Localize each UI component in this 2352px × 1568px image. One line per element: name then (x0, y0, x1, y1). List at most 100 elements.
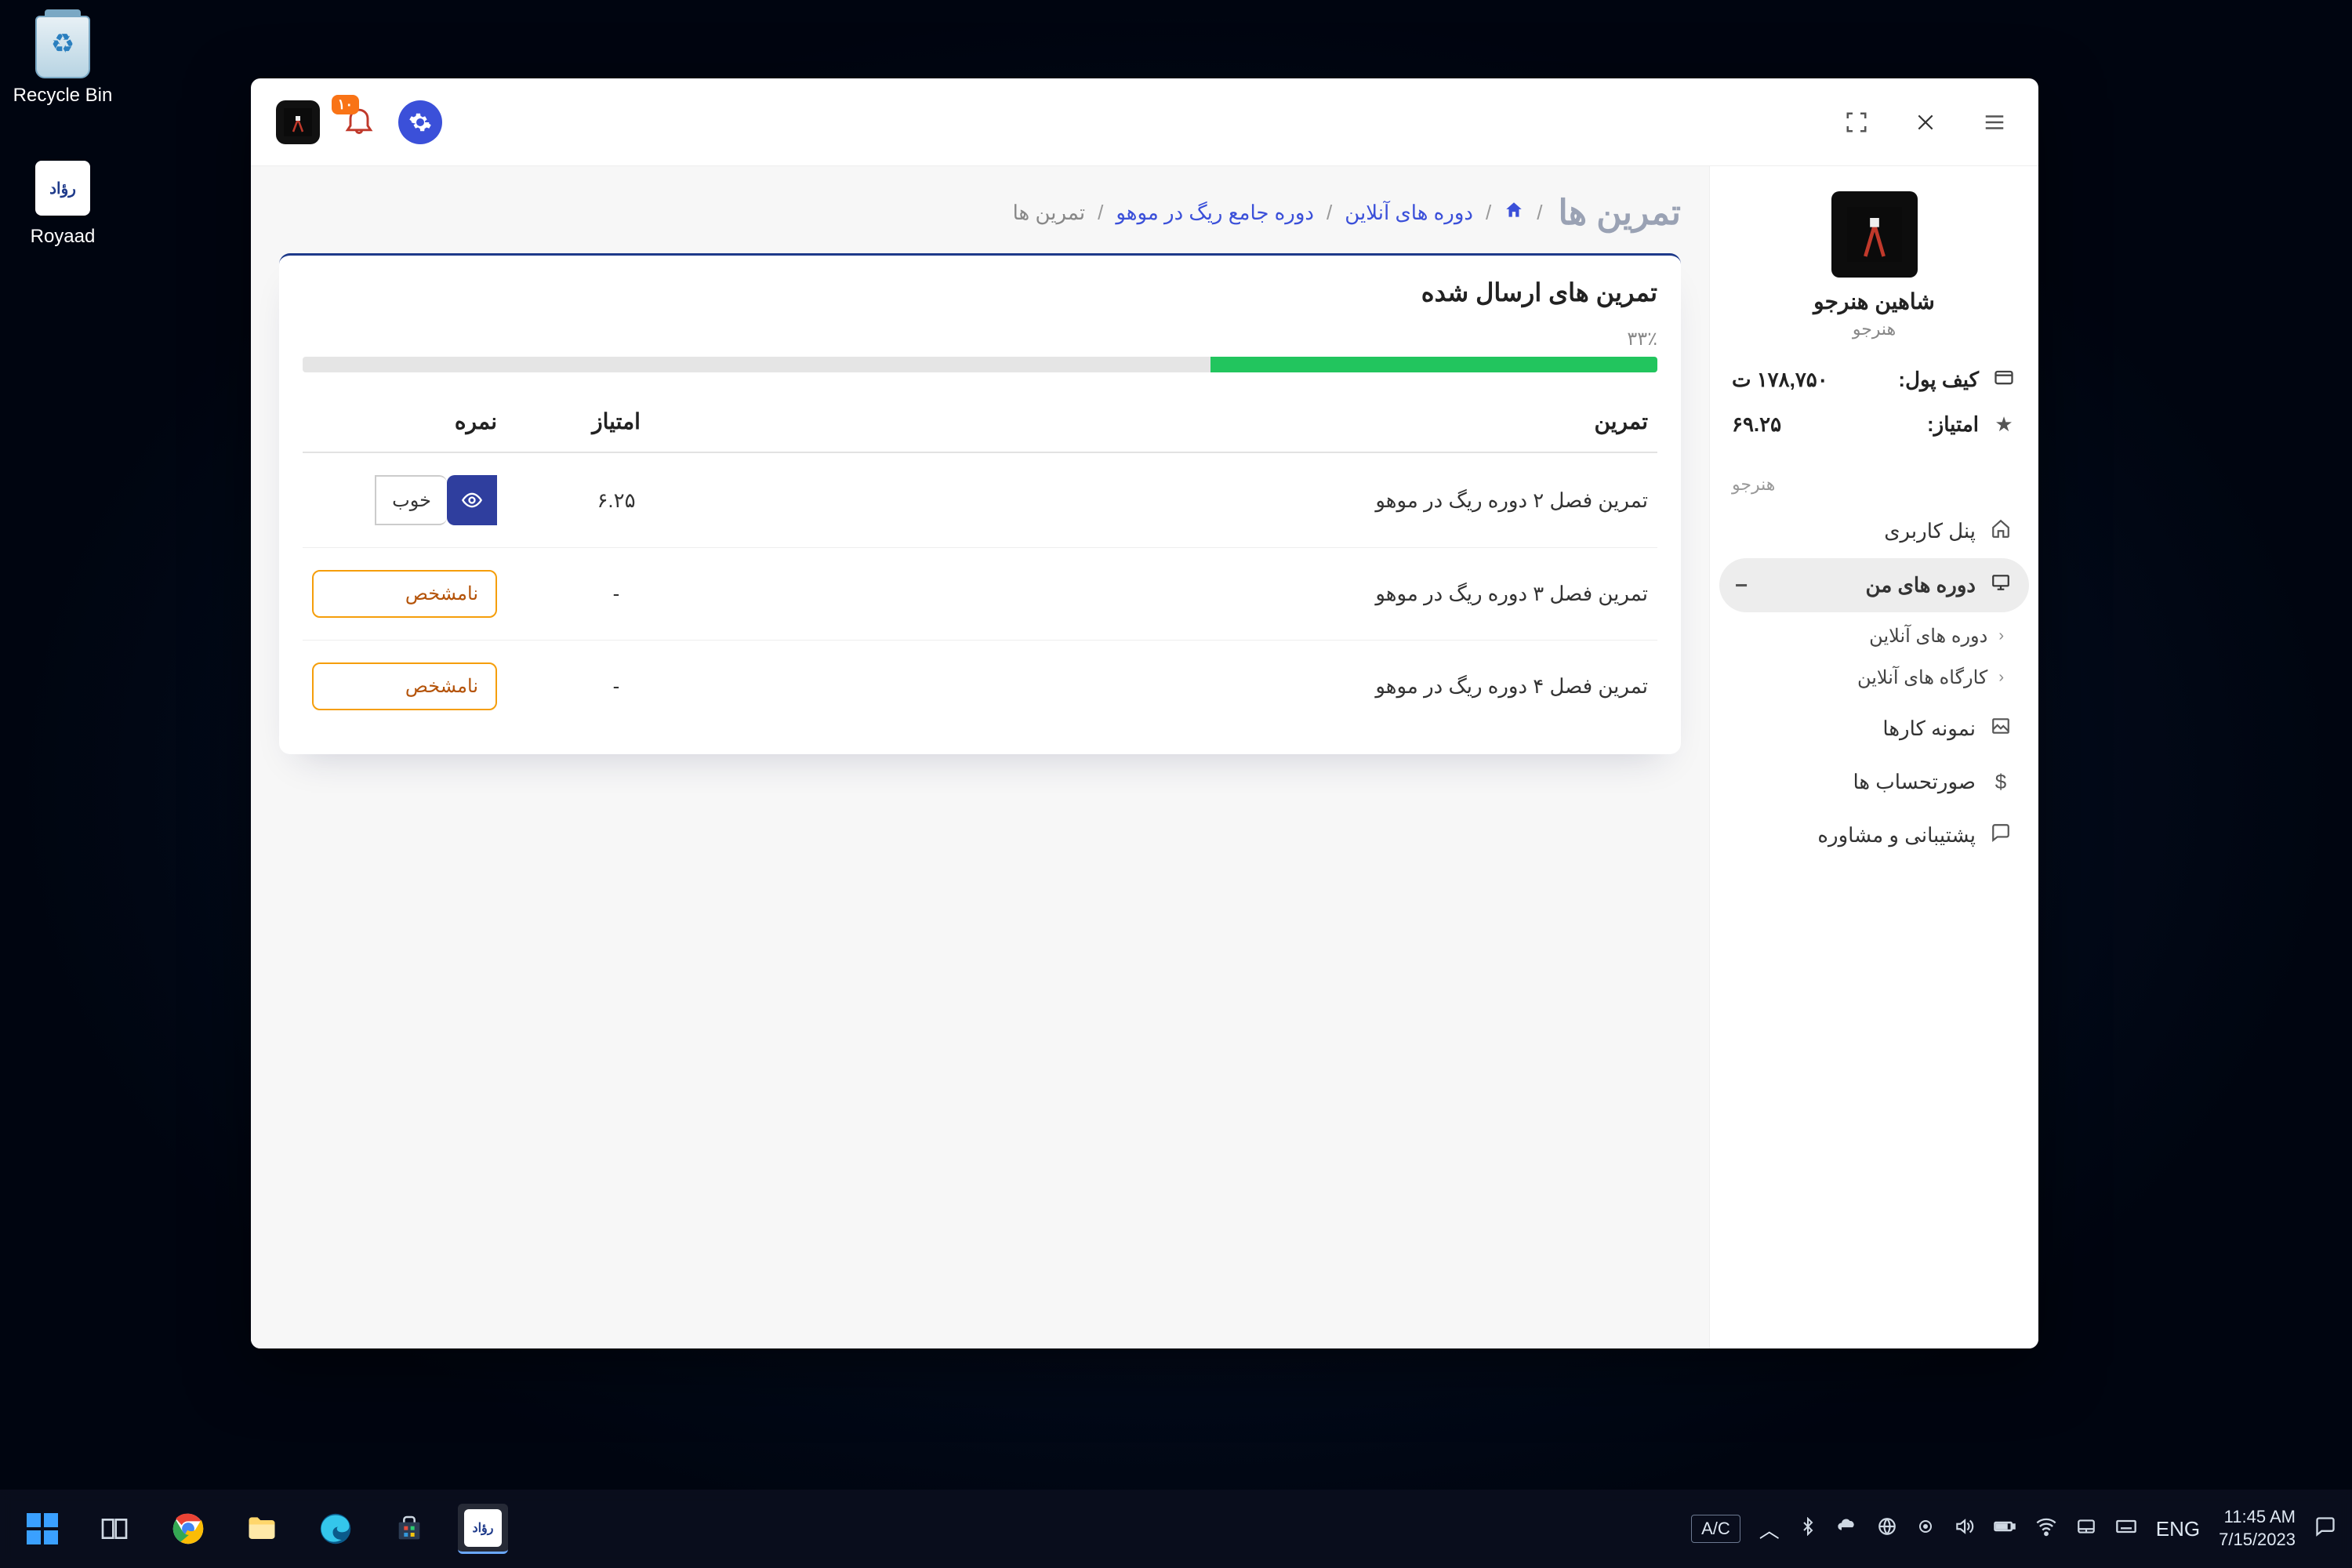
clock[interactable]: 11:45 AM 7/15/2023 (2219, 1506, 2296, 1551)
recycle-bin[interactable]: Recycle Bin (8, 16, 118, 107)
task-view-button[interactable] (89, 1504, 140, 1554)
breadcrumb-course[interactable]: دوره جامع ریگ در موهو (1116, 201, 1314, 225)
exercises-table: تمرین امتیاز نمره تمرین فصل ۲ دوره ریگ د… (303, 391, 1657, 732)
folder-icon (245, 1512, 279, 1546)
wallet-label: کیف پول: (1898, 368, 1979, 392)
points-row: ★ امتیاز: ۶۹.۲۵ (1732, 412, 2016, 437)
topbar: ۱۰ (251, 78, 2038, 166)
hamburger-icon (1983, 111, 2006, 134)
exercise-grade-cell: نامشخص (303, 548, 506, 641)
ac-indicator[interactable]: A/C (1691, 1515, 1740, 1543)
table-row: تمرین فصل ۲ دوره ریگ در موهو۶.۲۵خوب (303, 452, 1657, 548)
notification-badge: ۱۰ (332, 95, 359, 114)
wallet-row: کیف پول: ۱۷۸,۷۵۰ ت (1732, 366, 2016, 394)
menu-support-label: پشتیبانی و مشاوره (1817, 823, 1976, 848)
progress-fill (1210, 357, 1657, 372)
fullscreen-button[interactable] (1838, 103, 1875, 141)
profile-name: شاهین هنرجو (1729, 289, 2020, 314)
start-button[interactable] (19, 1505, 66, 1552)
submenu-online-workshops-label: کارگاه های آنلاین (1857, 666, 1987, 689)
battery-icon[interactable] (1993, 1515, 2016, 1544)
breadcrumb-online-courses[interactable]: دوره های آنلاین (1345, 201, 1473, 225)
touchpad-icon[interactable] (2076, 1516, 2096, 1542)
grade-pill: خوب (375, 475, 447, 525)
fullscreen-icon (1845, 111, 1868, 134)
sidebar-section-label: هنرجو (1710, 470, 2038, 504)
chat-icon (1988, 822, 2013, 848)
menu-dashboard[interactable]: پنل کاربری (1719, 504, 2029, 558)
profile-avatar[interactable] (1831, 191, 1918, 278)
menu-invoices-label: صورتحساب ها (1853, 770, 1976, 794)
recycle-bin-icon (35, 16, 90, 78)
chevron-left-icon: ‹ (1998, 669, 2004, 687)
network-icon[interactable] (1877, 1516, 1897, 1542)
grade-pill: نامشخص (312, 570, 497, 618)
view-exercise-button[interactable] (447, 475, 497, 525)
taskbar: رؤاد A/C ︿ ENG (0, 1490, 2352, 1568)
close-button[interactable] (1907, 103, 1944, 141)
task-view-icon (99, 1513, 130, 1544)
notifications-button[interactable]: ۱۰ (342, 103, 376, 141)
eye-icon (461, 489, 483, 511)
breadcrumb: / / دوره های آنلاین / دوره جامع ریگ در م… (1013, 200, 1543, 226)
windows-logo-icon (27, 1513, 58, 1544)
exercise-grade-cell: نامشخص (303, 641, 506, 733)
chrome-icon (172, 1512, 205, 1545)
ms-store-button[interactable] (384, 1504, 434, 1554)
royaad-taskbar-button[interactable]: رؤاد (458, 1504, 508, 1554)
store-icon (394, 1513, 425, 1544)
menu-button[interactable] (1976, 103, 2013, 141)
menu-support[interactable]: پشتیبانی و مشاوره (1719, 808, 2029, 862)
wifi-icon[interactable] (2035, 1515, 2057, 1543)
bluetooth-icon[interactable] (1798, 1517, 1817, 1541)
dollar-icon: $ (1988, 770, 2013, 794)
file-explorer-button[interactable] (237, 1504, 287, 1554)
chrome-button[interactable] (163, 1504, 213, 1554)
royaad-label: Royaad (8, 226, 118, 248)
submenu-online-workshops[interactable]: ‹ کارگاه های آنلاین (1729, 657, 2020, 699)
minus-icon: − (1735, 573, 1748, 598)
image-icon (1988, 716, 2013, 742)
clock-date: 7/15/2023 (2219, 1529, 2296, 1552)
wallet-icon (1991, 366, 2016, 394)
location-icon[interactable] (1916, 1517, 1935, 1541)
menu-portfolio[interactable]: نمونه کارها (1719, 702, 2029, 756)
breadcrumb-current: تمرین ها (1013, 201, 1086, 225)
menu-my-courses[interactable]: دوره های من − (1719, 558, 2029, 612)
col-name: تمرین (726, 391, 1657, 452)
exercise-name: تمرین فصل ۳ دوره ریگ در موهو (726, 548, 1657, 641)
gear-icon (408, 111, 432, 134)
exercises-card: تمرین های ارسال شده ۳۳٪ تمرین امتیاز (279, 253, 1681, 754)
topbar-avatar[interactable] (276, 100, 320, 144)
royaad-icon: رؤاد (35, 161, 90, 216)
wallet-value: ۱۷۸,۷۵۰ ت (1732, 368, 1828, 392)
royaad-icon: رؤاد (464, 1509, 502, 1547)
language-indicator[interactable]: ENG (2156, 1517, 2200, 1541)
exercise-name: تمرین فصل ۴ دوره ریگ در موهو (726, 641, 1657, 733)
action-center-icon[interactable] (2314, 1515, 2336, 1543)
keyboard-icon[interactable] (2115, 1515, 2137, 1543)
tray-chevron-up-icon[interactable]: ︿ (1759, 1515, 1780, 1544)
monitor-icon (1988, 572, 2013, 598)
menu-dashboard-label: پنل کاربری (1884, 519, 1976, 543)
breadcrumb-home[interactable] (1504, 200, 1524, 226)
table-row: تمرین فصل ۴ دوره ریگ در موهو-نامشخص (303, 641, 1657, 733)
settings-button[interactable] (398, 100, 442, 144)
edge-icon (319, 1512, 352, 1545)
col-grade: نمره (303, 391, 506, 452)
main-content: تمرین ها / / دوره های آنلاین / دوره جامع… (251, 166, 1709, 1348)
edge-button[interactable] (310, 1504, 361, 1554)
exercise-points: - (506, 548, 726, 641)
progress-bar (303, 357, 1657, 372)
chevron-left-icon: ‹ (1998, 627, 2004, 645)
submenu-online-courses[interactable]: ‹ دوره های آنلاین (1729, 615, 2020, 657)
royaad-shortcut[interactable]: رؤاد Royaad (8, 157, 118, 248)
card-title: تمرین های ارسال شده (303, 278, 1657, 307)
menu-invoices[interactable]: $ صورتحساب ها (1719, 756, 2029, 808)
close-icon (1915, 112, 1936, 132)
profile-role: هنرجو (1729, 319, 2020, 339)
onedrive-icon[interactable] (1836, 1515, 1858, 1543)
home-icon (1988, 518, 2013, 544)
volume-icon[interactable] (1954, 1516, 1974, 1542)
star-icon: ★ (1991, 412, 2016, 437)
